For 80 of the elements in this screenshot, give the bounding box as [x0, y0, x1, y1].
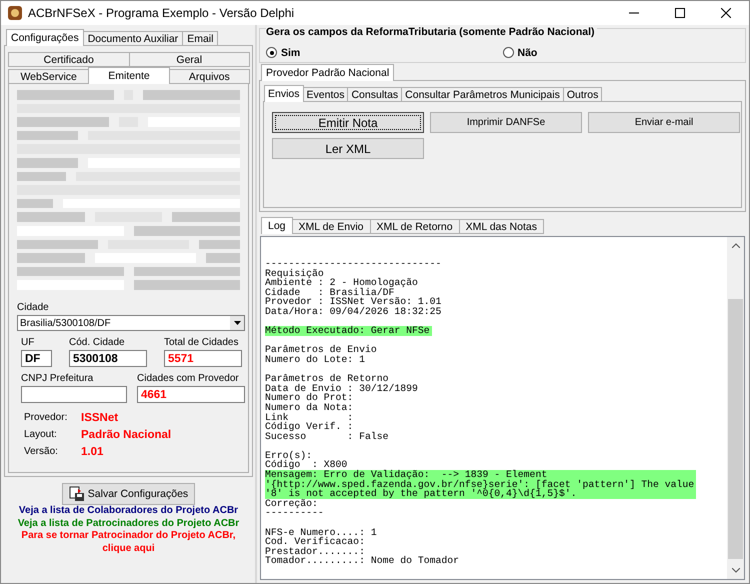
log-line: ----------	[265, 508, 324, 518]
tab[interactable]: Outros	[562, 87, 602, 102]
log-line: Cod. Verificacao:	[265, 537, 365, 547]
dropdown-arrow-icon	[234, 321, 240, 325]
tab[interactable]: XML de Envio	[292, 219, 371, 234]
close-icon	[721, 8, 731, 18]
log-line: Código Verif. :	[265, 422, 354, 432]
tab[interactable]: Geral	[128, 52, 250, 67]
log-line: Data/Hora: 09/04/2026 18:32:25	[265, 306, 442, 317]
save-icon	[68, 486, 85, 502]
maximize-icon	[675, 8, 685, 18]
input-field[interactable]: 5571	[164, 350, 242, 367]
action-button[interactable]: Enviar e-mail	[588, 112, 740, 133]
info-label: Layout:	[24, 429, 58, 440]
tab[interactable]: Consultar Parâmetros Municipais	[401, 87, 564, 102]
log-line: Prestador.......:	[265, 546, 365, 556]
log-line: ------------------------------	[265, 259, 442, 269]
log-line: '8' is not accepted by the pattern '^0{0,4}\d{1,5}$'.	[265, 489, 578, 499]
tab[interactable]: Email	[182, 31, 218, 46]
log-line: Correção:	[265, 498, 318, 508]
scroll-down-icon[interactable]	[732, 568, 740, 573]
tab[interactable]: Provedor Padrão Nacional	[261, 64, 394, 81]
input-field[interactable]: 4661	[137, 386, 245, 403]
window-title: ACBrNFSeX - Programa Exemplo - Versão Delphi	[28, 6, 296, 20]
tab[interactable]: Emitente	[88, 67, 170, 84]
input-field[interactable]: 5300108	[69, 350, 147, 367]
radio-option[interactable]: Sim	[266, 43, 502, 62]
tab[interactable]: Log	[261, 217, 293, 234]
info-value: 1.01	[81, 446, 104, 458]
log-line: Cidade : Brasilia/DF	[265, 288, 394, 298]
log-line: '{http://www.sped.fazenda.gov.br/nfse}serie': [facet 'pattern'] The value	[265, 480, 694, 490]
action-button[interactable]: Emitir Nota	[272, 112, 424, 133]
tab[interactable]: WebService	[8, 69, 90, 84]
save-button[interactable]: Salvar Configurações	[62, 483, 195, 505]
tab[interactable]: XML das Notas	[458, 219, 544, 234]
log-line: Ambiente : 2 - Homologação	[265, 278, 418, 288]
log-line: Código : X800	[265, 460, 348, 470]
field-label: Cód. Cidade	[69, 337, 126, 348]
log-line: Provedor : ISSNet Versão: 1.01	[265, 297, 442, 307]
log-line: Link :	[265, 412, 354, 422]
action-button[interactable]: Imprimir DANFSe	[430, 112, 582, 133]
log-line: Mensagem: Erro de Validação: --> 1839 - Element	[265, 470, 548, 480]
tab[interactable]: Configurações	[6, 29, 84, 46]
app-icon	[7, 5, 23, 21]
field-label: Cidades com Provedor	[137, 373, 240, 384]
log-line: Numero do Lote: 1	[265, 354, 365, 365]
log-line: Numero da Nota:	[265, 402, 354, 412]
action-button[interactable]: Ler XML	[272, 138, 424, 159]
log-line: Sucesso : False	[265, 432, 388, 442]
log-line: Data de Envio : 30/12/1899	[265, 384, 418, 394]
log-line: Erro(s):	[265, 450, 312, 460]
link[interactable]: Veja a lista de Colaboradores do Projeto ACBr	[4, 505, 253, 518]
info-value: Padrão Nacional	[81, 428, 172, 440]
input-field[interactable]: DF	[21, 350, 52, 367]
link[interactable]: Veja a lista de Patrocinadores do Projeto ACBr	[4, 518, 253, 530]
info-label: Provedor:	[24, 412, 68, 423]
field-label: UF	[21, 337, 36, 348]
log-line: Numero do Prot:	[265, 393, 354, 403]
log-line: Método Executado: Gerar NFSe	[265, 326, 430, 336]
scrollbar[interactable]	[727, 237, 744, 579]
tab[interactable]: Certificado	[8, 52, 130, 67]
city-dropdown[interactable]: Brasilia/5300108/DF	[17, 315, 245, 331]
log-line: Requisição	[265, 268, 324, 278]
tab[interactable]: XML de Retorno	[370, 219, 460, 234]
field-label: CNPJ Prefeitura	[21, 373, 94, 384]
field-label: Total de Cidades	[164, 337, 240, 348]
log-line: NFS-e Numero....: 1	[265, 528, 377, 538]
info-value: ISSNet	[81, 412, 118, 424]
log-line: Parâmetros de Retorno	[265, 374, 388, 384]
radio-option[interactable]: Não	[502, 43, 739, 62]
tab[interactable]: Arquivos	[168, 69, 250, 84]
log-line: Parâmetros de Envio	[265, 345, 377, 355]
group-title: Gera os campos da ReformaTributaria (somente Padrão Nacional)	[266, 26, 597, 38]
link[interactable]: Para se tornar Patrocinador do Projeto ACBr, clique aqui	[4, 530, 253, 555]
log-line: Tomador.........: Nome do Tomador	[265, 556, 460, 566]
scroll-up-icon[interactable]	[732, 243, 740, 248]
input-field[interactable]	[21, 386, 127, 403]
field-label: Cidade	[17, 302, 50, 313]
info-label: Versão:	[24, 446, 59, 457]
tab[interactable]: Envios	[264, 85, 304, 102]
